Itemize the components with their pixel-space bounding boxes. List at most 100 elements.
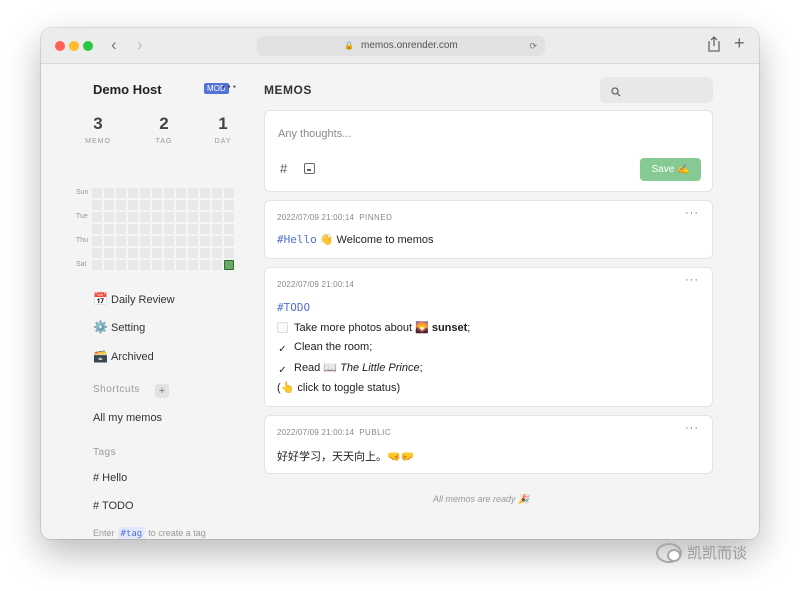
heatmap-cell[interactable] [140,212,150,222]
heatmap-cell[interactable] [164,188,174,198]
heatmap-cell[interactable] [224,260,234,270]
heatmap-cell[interactable] [200,188,210,198]
heatmap-cell[interactable] [224,224,234,234]
heatmap-cell[interactable] [164,248,174,258]
heatmap-cell[interactable] [188,260,198,270]
heatmap-cell[interactable] [224,188,234,198]
heatmap-cell[interactable] [188,212,198,222]
heatmap-cell[interactable] [224,248,234,258]
user-menu-button[interactable]: ··· [222,79,238,94]
add-shortcut-button[interactable]: + [155,384,169,398]
checkmark-icon[interactable]: ✓ [277,344,288,355]
heatmap-cell[interactable] [116,224,126,234]
heatmap-cell[interactable] [176,224,186,234]
nav-archived[interactable]: 🗃️ Archived [93,349,154,363]
editor-input[interactable]: Any thoughts... [278,128,351,140]
nav-daily-review[interactable]: 📅 Daily Review [93,292,175,306]
heatmap-cell[interactable] [104,248,114,258]
heatmap-cell[interactable] [212,260,222,270]
reload-icon[interactable]: ⟳ [529,36,537,56]
nav-setting[interactable]: ⚙️ Setting [93,320,145,334]
minimize-window-button[interactable] [69,41,79,51]
close-window-button[interactable] [55,41,65,51]
heatmap-cell[interactable] [176,236,186,246]
heatmap-cell[interactable] [140,188,150,198]
heatmap-cell[interactable] [188,224,198,234]
heatmap-cell[interactable] [152,236,162,246]
back-button[interactable]: ‹ [111,35,117,55]
heatmap-cell[interactable] [128,200,138,210]
heatmap-cell[interactable] [128,260,138,270]
heatmap-cell[interactable] [152,224,162,234]
heatmap-cell[interactable] [200,260,210,270]
heatmap-cell[interactable] [92,200,102,210]
heatmap-cell[interactable] [92,188,102,198]
search-input[interactable] [626,81,708,99]
heatmap-cell[interactable] [200,248,210,258]
heatmap-cell[interactable] [164,224,174,234]
forward-button[interactable]: › [137,35,143,55]
heatmap-cell[interactable] [200,236,210,246]
heatmap-cell[interactable] [152,260,162,270]
heatmap-cell[interactable] [152,248,162,258]
heatmap-cell[interactable] [140,200,150,210]
heatmap-cell[interactable] [104,236,114,246]
memo-tag[interactable]: #Hello [277,233,317,246]
heatmap-cell[interactable] [104,212,114,222]
save-button[interactable]: Save ✍️ [640,158,701,181]
heatmap-cell[interactable] [164,260,174,270]
host-name[interactable]: Demo Host [93,82,162,97]
heatmap-cell[interactable] [188,236,198,246]
heatmap-cell[interactable] [212,248,222,258]
heatmap-cell[interactable] [92,236,102,246]
heatmap-cell[interactable] [92,248,102,258]
heatmap-cell[interactable] [188,248,198,258]
heatmap-cell[interactable] [104,188,114,198]
heatmap-cell[interactable] [164,200,174,210]
heatmap-cell[interactable] [116,188,126,198]
heatmap-cell[interactable] [176,248,186,258]
heatmap-cell[interactable] [200,212,210,222]
heatmap-cell[interactable] [152,200,162,210]
heatmap-cell[interactable] [104,224,114,234]
heatmap-cell[interactable] [212,188,222,198]
heatmap-cell[interactable] [212,236,222,246]
heatmap-cell[interactable] [224,236,234,246]
zoom-window-button[interactable] [83,41,93,51]
share-icon[interactable] [707,36,721,52]
heatmap-cell[interactable] [224,212,234,222]
heatmap-cell[interactable] [104,260,114,270]
heatmap-cell[interactable] [140,248,150,258]
heatmap-cell[interactable] [128,236,138,246]
heatmap-cell[interactable] [128,212,138,222]
todo-item[interactable]: ✓ Clean the room; [277,341,372,355]
heatmap-cell[interactable] [212,212,222,222]
checkbox-unchecked-icon[interactable] [277,322,288,333]
heatmap-cell[interactable] [176,260,186,270]
more-options-icon[interactable]: ··· [685,422,699,434]
heatmap-cell[interactable] [116,212,126,222]
heatmap-cell[interactable] [164,212,174,222]
checkmark-icon[interactable]: ✓ [277,365,288,376]
search-box[interactable] [600,77,713,103]
heatmap-cell[interactable] [152,212,162,222]
heatmap-cell[interactable] [188,200,198,210]
memo-editor[interactable]: Any thoughts... # Save ✍️ [264,110,713,192]
heatmap-cell[interactable] [164,236,174,246]
heatmap-cell[interactable] [92,224,102,234]
heatmap-cell[interactable] [212,224,222,234]
tag-item-hello[interactable]: # Hello [93,472,127,484]
heatmap-cell[interactable] [212,200,222,210]
heatmap-cell[interactable] [116,200,126,210]
heatmap-cell[interactable] [128,188,138,198]
address-bar[interactable]: 🔒 memos.onrender.com ⟳ [257,36,545,56]
heatmap-cell[interactable] [140,260,150,270]
heatmap-cell[interactable] [92,212,102,222]
heatmap-cell[interactable] [200,200,210,210]
tag-item-todo[interactable]: # TODO [93,500,134,512]
more-options-icon[interactable]: ··· [685,274,699,286]
memo-tag[interactable]: #TODO [277,301,310,314]
new-tab-button[interactable]: + [734,33,745,54]
heatmap-cell[interactable] [224,200,234,210]
heatmap-cell[interactable] [116,248,126,258]
